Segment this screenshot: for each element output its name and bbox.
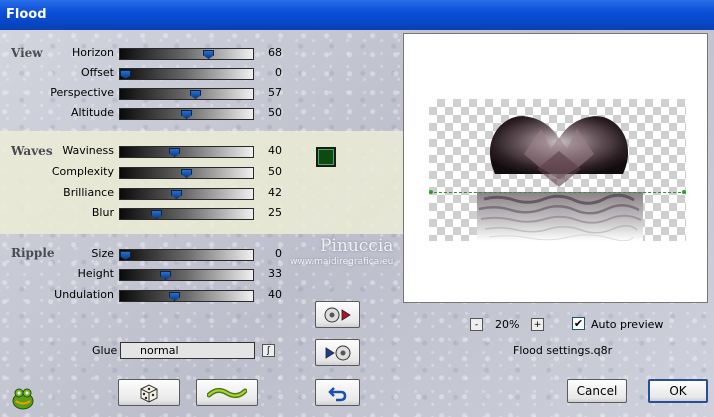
slider-thumb[interactable] (120, 70, 131, 79)
watermark-url: www.maidiregrafica.eu (290, 257, 394, 267)
slider-row-complexity: Complexity 50 (0, 164, 300, 180)
horizon-guide-line[interactable] (429, 192, 686, 193)
title-bar: Flood (0, 0, 714, 30)
reset-button[interactable] (196, 379, 258, 406)
preview-canvas (429, 99, 686, 241)
glue-script-button[interactable]: ʃ (262, 344, 275, 357)
slider-track-height[interactable] (119, 269, 254, 281)
wave-icon (207, 387, 247, 398)
slider-thumb[interactable] (203, 50, 214, 59)
slider-label: Altitude (71, 106, 114, 119)
disc-arrow-out-icon (324, 307, 351, 322)
save-settings-button[interactable] (315, 301, 360, 328)
slider-label: Complexity (51, 165, 114, 178)
slider-label: Brilliance (63, 186, 114, 199)
slider-thumb[interactable] (160, 271, 171, 280)
disc-arrow-in-icon (325, 345, 350, 360)
slider-track-blur[interactable] (119, 208, 254, 220)
auto-preview-checkbox[interactable]: ✔ (572, 317, 585, 330)
zoom-level: 20% (495, 318, 520, 331)
slider-value: 68 (268, 46, 282, 59)
slider-label: Size (91, 247, 114, 260)
slider-label: Undulation (54, 288, 114, 301)
slider-row-perspective: Perspective 57 (0, 85, 300, 101)
undo-button[interactable] (315, 379, 360, 406)
slider-thumb[interactable] (181, 110, 192, 119)
slider-label: Waviness (62, 144, 114, 157)
slider-value: 50 (268, 165, 282, 178)
glue-label: Glue (92, 344, 118, 357)
slider-label: Blur (91, 206, 114, 219)
watermark-name: Pinuccia (320, 236, 394, 256)
preview-image (429, 116, 686, 241)
undo-arrow-icon (327, 386, 346, 401)
window-title: Flood (6, 7, 47, 22)
slider-thumb[interactable] (181, 169, 192, 178)
settings-file-name: Flood settings.q8r (513, 344, 613, 357)
slider-track-undulation[interactable] (119, 290, 254, 302)
slider-row-horizon: Horizon 68 (0, 45, 300, 61)
slider-label: Horizon (71, 46, 114, 59)
wave-color-swatch[interactable] (316, 147, 336, 167)
slider-row-brilliance: Brilliance 42 (0, 185, 300, 201)
slider-track-complexity[interactable] (119, 167, 254, 179)
zoom-out-button[interactable]: - (470, 318, 483, 331)
slider-value: 57 (268, 86, 282, 99)
load-settings-button[interactable] (315, 339, 360, 366)
slider-row-undulation: Undulation 40 (0, 287, 300, 303)
slider-label: Height (77, 267, 114, 280)
slider-row-blur: Blur 25 (0, 205, 300, 221)
slider-row-altitude: Altitude 50 (0, 105, 300, 121)
zoom-in-button[interactable]: + (531, 318, 544, 331)
dice-icon (140, 383, 158, 403)
slider-label: Perspective (50, 86, 114, 99)
slider-track-size[interactable] (119, 249, 254, 261)
slider-row-height: Height 33 (0, 266, 300, 282)
glue-value: normal (140, 344, 179, 357)
slider-track-waviness[interactable] (119, 146, 254, 158)
ok-button[interactable]: OK (648, 379, 708, 403)
slider-thumb[interactable] (120, 251, 131, 260)
dialog-client: View Waves Ripple Horizon 68 Offset 0 Perspe… (0, 30, 714, 417)
slider-thumb[interactable] (169, 292, 180, 301)
slider-thumb[interactable] (171, 190, 182, 199)
frog-logo-icon (10, 385, 36, 414)
cancel-button[interactable]: Cancel (567, 379, 627, 403)
slider-row-offset: Offset 0 (0, 65, 300, 81)
slider-track-perspective[interactable] (119, 88, 254, 100)
slider-track-brilliance[interactable] (119, 188, 254, 200)
slider-row-waviness: Waviness 40 (0, 143, 300, 159)
auto-preview-label: Auto preview (591, 318, 664, 331)
slider-track-horizon[interactable] (119, 48, 254, 60)
slider-label: Offset (80, 66, 114, 79)
preview-panel (403, 33, 708, 303)
slider-value: 42 (268, 186, 282, 199)
slider-value: 33 (268, 267, 282, 280)
slider-thumb[interactable] (169, 148, 180, 157)
slider-track-altitude[interactable] (119, 108, 254, 120)
slider-value: 0 (275, 66, 282, 79)
slider-value: 50 (268, 106, 282, 119)
randomize-button[interactable] (118, 379, 180, 406)
slider-thumb[interactable] (151, 210, 162, 219)
slider-track-offset[interactable] (119, 68, 254, 80)
glue-select[interactable]: normal (120, 342, 255, 359)
slider-value: 25 (268, 206, 282, 219)
slider-row-size: Size 0 (0, 246, 300, 262)
slider-value: 40 (268, 288, 282, 301)
slider-thumb[interactable] (190, 90, 201, 99)
slider-value: 40 (268, 144, 282, 157)
slider-value: 0 (275, 247, 282, 260)
